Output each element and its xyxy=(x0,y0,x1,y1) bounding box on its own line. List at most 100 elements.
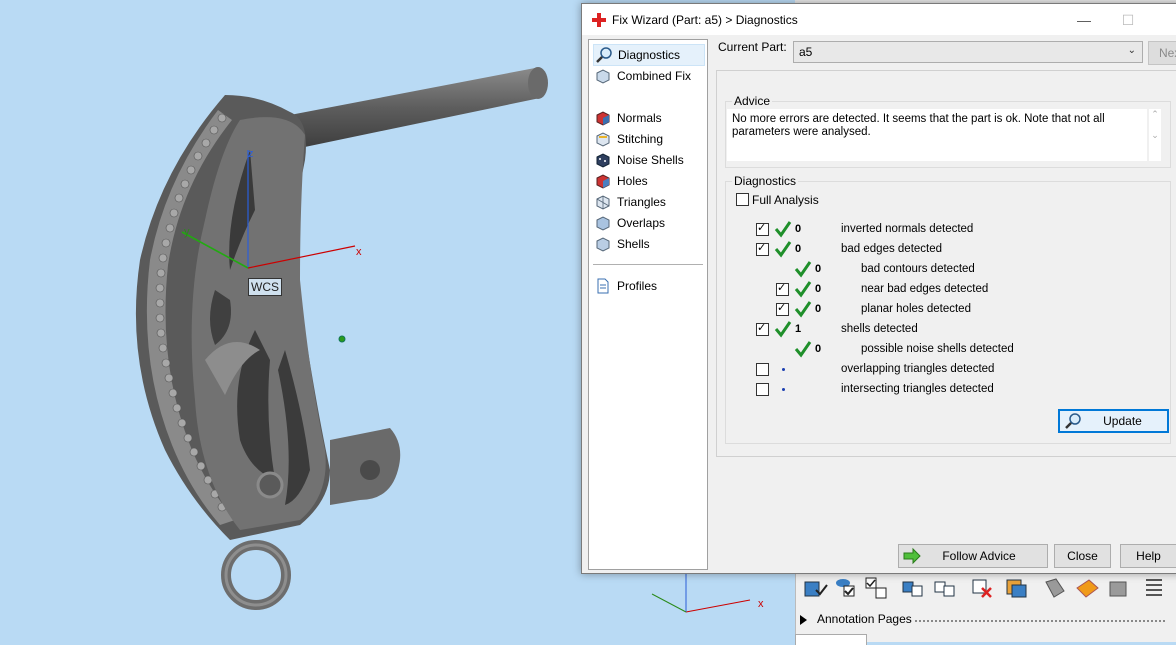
triangles-icon xyxy=(596,195,610,210)
annotation-divider xyxy=(915,620,1165,622)
full-analysis-checkbox[interactable] xyxy=(736,193,749,206)
green-check-icon xyxy=(794,301,812,318)
shells-checkbox[interactable] xyxy=(756,321,769,336)
near-bad-edges-checkbox[interactable] xyxy=(776,281,789,296)
nav-diagnostics[interactable]: Diagnostics xyxy=(593,44,705,66)
inverted-normals-checkbox[interactable] xyxy=(756,221,769,236)
nav-label: Overlaps xyxy=(617,216,666,230)
bottom-tab[interactable] xyxy=(795,634,867,645)
current-part-select[interactable]: a5 ⌄ xyxy=(793,41,1143,63)
update-button[interactable]: Update xyxy=(1058,409,1169,433)
cube-delete-icon[interactable] xyxy=(970,576,996,600)
advice-scrollbar[interactable]: ⌃ ⌄ xyxy=(1149,109,1161,161)
dialog-titlebar[interactable]: Fix Wizard (Part: a5) > Diagnostics — ☐ xyxy=(582,4,1176,35)
noise-shells-count: 0 xyxy=(815,343,822,355)
update-label: Update xyxy=(1103,414,1142,428)
intersecting-triangles-checkbox[interactable] xyxy=(756,383,769,396)
green-check-icon xyxy=(794,281,812,298)
shells-icon xyxy=(596,237,610,252)
overlapping-triangles-checkbox[interactable] xyxy=(756,363,769,376)
nav-noise-shells[interactable]: Noise Shells xyxy=(593,150,703,170)
gray-box-icon[interactable] xyxy=(1106,576,1132,600)
noise-shells-label: possible noise shells detected xyxy=(861,343,1014,355)
wcs-label: WCS xyxy=(248,278,282,296)
list-icon[interactable] xyxy=(1142,576,1168,600)
shape-gray-icon[interactable] xyxy=(1042,576,1068,600)
bad-edges-count: 0 xyxy=(795,243,802,255)
nav-stitching[interactable]: Stitching xyxy=(593,129,703,149)
next-button[interactable]: Next xyxy=(1148,41,1176,65)
magnifier-icon xyxy=(596,47,612,63)
nav-normals[interactable]: Normals xyxy=(593,108,703,128)
cube-check-icon[interactable] xyxy=(802,576,828,600)
expand-triangle-icon[interactable] xyxy=(800,614,807,625)
full-analysis-label: Full Analysis xyxy=(752,193,819,207)
current-part-value: a5 xyxy=(799,45,813,59)
nav-label: Holes xyxy=(617,174,648,188)
follow-advice-button[interactable]: Follow Advice xyxy=(898,544,1048,568)
follow-advice-label: Follow Advice xyxy=(942,549,1016,563)
nav-combined-fix[interactable]: Combined Fix xyxy=(593,66,703,86)
nav-label: Normals xyxy=(617,111,662,125)
planar-holes-count: 0 xyxy=(815,303,822,315)
minimize-button[interactable]: — xyxy=(1072,10,1096,30)
inverted-normals-label: inverted normals detected xyxy=(841,223,974,235)
intersecting-triangles-label: intersecting triangles detected xyxy=(841,383,994,395)
cube-outline-icon[interactable] xyxy=(932,576,958,600)
green-check-icon xyxy=(774,221,792,238)
planar-holes-label: planar holes detected xyxy=(861,303,971,315)
near-bad-edges-label: near bad edges detected xyxy=(861,283,989,295)
red-cross-icon xyxy=(592,13,606,27)
nav-triangles[interactable]: Triangles xyxy=(593,192,703,212)
bad-edges-checkbox[interactable] xyxy=(756,241,769,256)
cube-group-icon[interactable] xyxy=(900,576,926,600)
annotation-pages-label: Annotation Pages xyxy=(817,612,912,626)
annotation-pages-header[interactable]: Annotation Pages xyxy=(800,612,912,626)
nav-shells[interactable]: Shells xyxy=(593,234,703,254)
checkbox-swap-icon[interactable] xyxy=(864,576,890,600)
x-axis-label: x xyxy=(356,246,362,258)
holes-cube-icon xyxy=(596,174,610,189)
eye-check-icon[interactable] xyxy=(834,576,860,600)
pending-dot-icon xyxy=(782,368,785,371)
chevron-down-icon: ⌄ xyxy=(1127,45,1136,56)
current-part-label: Current Part: xyxy=(718,40,787,54)
wizard-nav: Diagnostics Combined Fix Normals Stitchi… xyxy=(588,39,708,570)
shells-label: shells detected xyxy=(841,323,918,335)
inverted-normals-count: 0 xyxy=(795,223,802,235)
green-arrow-icon xyxy=(903,547,921,565)
maximize-button[interactable]: ☐ xyxy=(1116,10,1140,30)
green-check-icon xyxy=(774,241,792,258)
noise-cube-icon xyxy=(596,153,610,168)
help-button[interactable]: Help xyxy=(1120,544,1176,568)
close-button[interactable]: Close xyxy=(1054,544,1111,568)
advice-title: Advice xyxy=(732,94,773,108)
orange-sheet-icon[interactable] xyxy=(1074,576,1100,600)
shells-count: 1 xyxy=(795,323,802,335)
normals-cube-icon xyxy=(596,111,610,126)
nav-label: Shells xyxy=(617,237,650,251)
pending-dot-icon xyxy=(782,388,785,391)
nav-divider xyxy=(593,264,703,265)
host-toolbar xyxy=(795,570,1176,642)
near-bad-edges-count: 0 xyxy=(815,283,822,295)
bad-contours-count: 0 xyxy=(815,263,822,275)
nav-label: Triangles xyxy=(617,195,666,209)
diagnostics-title: Diagnostics xyxy=(732,174,799,188)
nav-holes[interactable]: Holes xyxy=(593,171,703,191)
bad-contours-label: bad contours detected xyxy=(861,263,975,275)
nav-label: Combined Fix xyxy=(617,69,692,83)
green-check-icon xyxy=(794,261,812,278)
nav-profiles[interactable]: Profiles xyxy=(593,276,703,296)
fix-wizard-dialog: Fix Wizard (Part: a5) > Diagnostics — ☐ … xyxy=(581,3,1176,574)
overlaps-icon xyxy=(596,216,610,231)
cube-icon xyxy=(596,69,610,84)
magnifier-icon xyxy=(1065,413,1081,429)
overlapping-triangles-label: overlapping triangles detected xyxy=(841,363,995,375)
stitching-cube-icon xyxy=(596,132,610,147)
planar-holes-checkbox[interactable] xyxy=(776,301,789,316)
green-check-icon xyxy=(794,341,812,358)
cube-color-icon[interactable] xyxy=(1004,576,1030,600)
nav-overlaps[interactable]: Overlaps xyxy=(593,213,703,233)
dialog-title: Fix Wizard (Part: a5) > Diagnostics xyxy=(612,13,798,27)
